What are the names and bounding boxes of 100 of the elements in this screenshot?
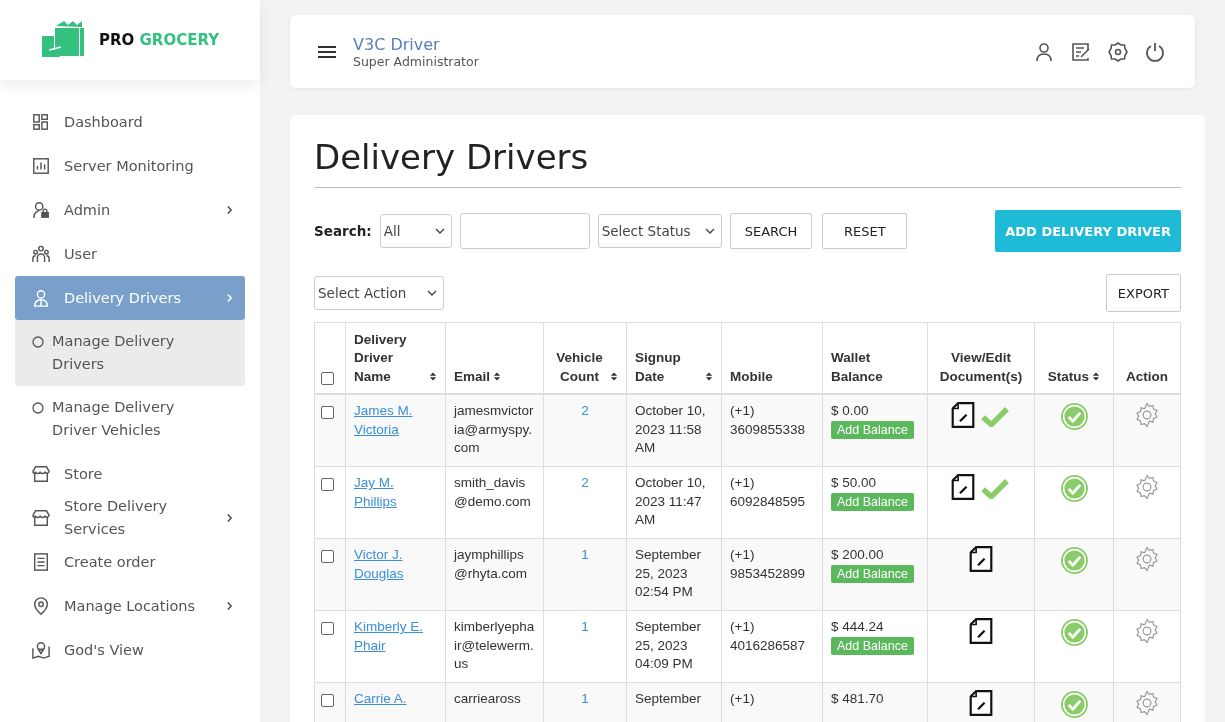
sidebar-item[interactable]: Create order <box>15 540 245 584</box>
sidebar-item[interactable]: Server Monitoring <box>15 144 245 188</box>
sidebar-item[interactable]: Manage Locations <box>15 584 245 628</box>
wallet-balance: $ 50.00 <box>831 474 878 492</box>
signup-date: October 10, 2023 11:47 AM <box>635 475 706 527</box>
page-title: Delivery Drivers <box>314 137 1181 188</box>
search-label: Search: <box>314 223 372 239</box>
status-check-icon[interactable] <box>1059 546 1089 575</box>
dashboard-icon <box>32 113 50 131</box>
status-select[interactable]: Select Status <box>597 214 722 248</box>
sidebar-item[interactable]: Admin <box>15 188 245 232</box>
column-header[interactable]: Email <box>454 367 491 386</box>
circle-icon <box>32 402 44 414</box>
status-check-icon[interactable] <box>1059 690 1089 719</box>
sidebar-item-label: Create order <box>64 552 157 572</box>
mobile-number: (+1) 4016286587 <box>730 619 806 653</box>
sidebar-item[interactable]: Store Delivery Services <box>15 496 245 540</box>
sidebar-item-label: Store Delivery Services <box>64 497 169 539</box>
store-icon <box>32 509 50 527</box>
mobile-number: (+1) <box>730 691 755 706</box>
edit-note-icon[interactable] <box>1071 41 1091 62</box>
checkbox[interactable] <box>321 406 334 420</box>
users-icon <box>32 245 50 263</box>
column-header[interactable]: Mobile <box>730 367 773 386</box>
mobile-number: (+1) 3609855338 <box>730 403 806 437</box>
vehicle-count-link[interactable]: 1 <box>581 547 589 562</box>
submenu-item-label: Manage Delivery Driver Vehicles <box>52 398 176 440</box>
sidebar-item-label: Manage Locations <box>64 596 197 616</box>
sidebar-item-label: User <box>64 244 99 264</box>
user-role: Super Administrator <box>353 53 480 69</box>
checkbox[interactable] <box>321 694 334 708</box>
signup-date: September 25, 2023 02:54 PM <box>635 547 702 599</box>
search-field[interactable] <box>459 213 590 249</box>
document-icon <box>32 553 50 571</box>
reset-button[interactable]: RESET <box>822 213 908 249</box>
store-icon <box>32 465 50 483</box>
checkbox[interactable] <box>321 622 334 636</box>
sidebar-item-label: Store <box>64 464 104 484</box>
checkbox[interactable] <box>321 371 334 385</box>
signup-date: September <box>635 691 702 706</box>
caret-icon <box>427 290 437 296</box>
search-by-select[interactable]: All <box>379 214 452 248</box>
sidebar-item-label: Server Monitoring <box>64 156 195 176</box>
sidebar-item-label: Admin <box>64 200 112 220</box>
status-check-icon[interactable] <box>1059 402 1089 431</box>
caret-icon <box>704 228 715 234</box>
sidebar-item[interactable]: Dashboard <box>15 100 245 144</box>
edit-document-icon[interactable] <box>951 474 975 500</box>
sort-icon[interactable] <box>429 371 437 382</box>
action-select[interactable]: Select Action <box>314 276 444 310</box>
submenu-item[interactable]: Manage Delivery Driver Vehicles <box>15 386 245 452</box>
caret-icon <box>434 228 445 234</box>
email-text: jaymphillips@rhyta.com <box>454 547 527 581</box>
vehicle-count-link[interactable]: 1 <box>581 691 589 706</box>
wallet-balance: $ 481.70 <box>831 690 885 708</box>
bar-chart-icon <box>32 157 50 175</box>
email-text: carrieaross <box>454 691 521 706</box>
checkbox[interactable] <box>321 550 334 564</box>
signup-date: September 25, 2023 04:09 PM <box>635 619 702 671</box>
user-lock-icon <box>32 201 50 219</box>
wallet-balance: $ 0.00 <box>831 402 870 420</box>
settings-icon[interactable] <box>1108 41 1128 62</box>
checkbox[interactable] <box>321 478 334 492</box>
mobile-number: (+1) 9853452899 <box>730 547 806 581</box>
power-icon[interactable] <box>1145 41 1165 62</box>
edit-document-icon[interactable] <box>951 402 975 428</box>
edit-document-icon[interactable] <box>969 546 993 572</box>
sidebar-item-label: God's View <box>64 640 145 660</box>
export-button[interactable]: EXPORT <box>1105 274 1181 312</box>
sort-icon[interactable] <box>493 371 502 382</box>
sort-icon[interactable] <box>705 371 713 382</box>
search-button[interactable]: SEARCH <box>729 213 813 249</box>
email-text: smith_davis@demo.com <box>454 475 531 509</box>
location-pin-icon <box>32 597 50 615</box>
column-header[interactable]: Action <box>1126 367 1168 386</box>
edit-document-icon[interactable] <box>969 690 993 716</box>
driver-icon <box>32 289 50 307</box>
edit-document-icon[interactable] <box>969 618 993 644</box>
vehicle-count-link[interactable]: 1 <box>581 619 589 634</box>
sidebar-item[interactable]: Store <box>15 452 245 496</box>
circle-icon <box>32 336 44 348</box>
sidebar-item[interactable]: God's View <box>15 628 245 672</box>
email-text: kimberlyephair@telewerm.us <box>454 619 535 671</box>
column-header[interactable]: Status <box>1047 367 1090 386</box>
status-check-icon[interactable] <box>1059 618 1089 647</box>
wallet-balance: $ 200.00 <box>831 546 885 564</box>
email-text: jamesmvictoria@armyspy.com <box>454 403 534 455</box>
map-pin-icon <box>32 641 50 659</box>
sidebar-item[interactable]: User <box>15 232 245 276</box>
sort-icon[interactable] <box>1092 371 1101 382</box>
mobile-number: (+1) 6092848595 <box>730 475 806 509</box>
user-icon[interactable] <box>1034 41 1054 62</box>
submenu-item-label: Manage Delivery Drivers <box>52 332 176 374</box>
submenu-item[interactable]: Manage Delivery Drivers <box>15 320 245 386</box>
status-check-icon[interactable] <box>1059 474 1089 503</box>
sort-icon[interactable] <box>610 371 618 382</box>
signup-date: October 10, 2023 11:58 AM <box>635 403 706 455</box>
user-name[interactable]: V3C Driver <box>353 34 1034 54</box>
wallet-balance: $ 444.24 <box>831 618 885 636</box>
menu-icon[interactable] <box>318 44 336 59</box>
